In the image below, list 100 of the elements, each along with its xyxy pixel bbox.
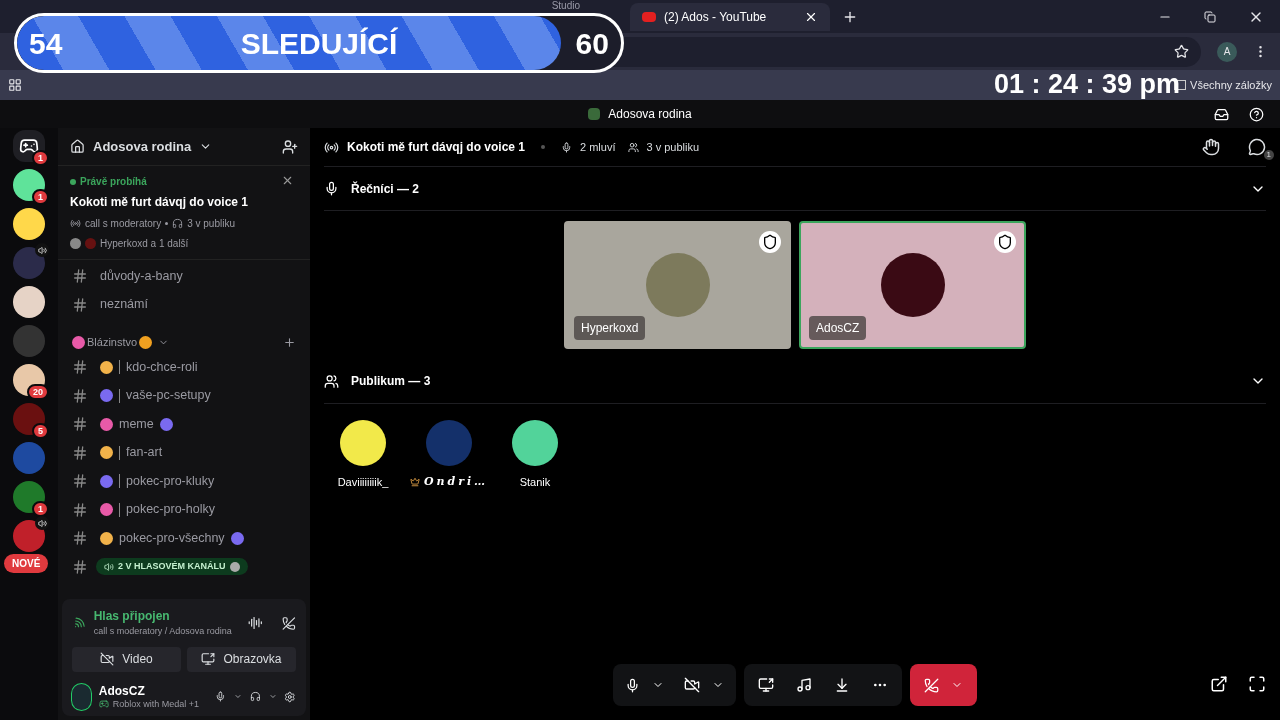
speaker-tile[interactable]: Hyperkoxd: [564, 221, 791, 349]
participant-avatar: [85, 238, 96, 249]
browser-tab[interactable]: (2) Ados - YouTube: [630, 2, 830, 31]
emoji-icon: [100, 531, 113, 545]
voice-status: Hlas připojen: [93, 608, 171, 626]
chat-icon[interactable]: [1248, 138, 1266, 156]
emoji-icon: [72, 335, 85, 349]
audience-member[interactable]: Ondri…: [410, 420, 488, 491]
channel-item[interactable]: fan-art: [66, 438, 302, 467]
section-title[interactable]: Řečníci — 2: [351, 179, 420, 198]
emoji-icon: [230, 531, 244, 545]
inbox-icon[interactable]: [1214, 106, 1229, 122]
microphone-icon[interactable]: [625, 677, 640, 693]
server-icon[interactable]: [13, 169, 45, 201]
speaker-tile[interactable]: AdosCZ: [799, 221, 1026, 349]
hash-icon: [72, 473, 88, 490]
separator-line: [119, 502, 120, 517]
hash-icon: [72, 296, 88, 313]
channel-item[interactable]: pokec-pro-holky: [66, 495, 302, 524]
audience-member[interactable]: Stanik: [496, 420, 574, 491]
hash-icon: [72, 558, 88, 575]
bookmark-star-icon[interactable]: [1174, 44, 1189, 59]
channel-name: kdo-chce-roli: [126, 358, 198, 376]
users-icon: [627, 141, 639, 153]
event-channel: call s moderatory: [85, 217, 162, 231]
voice-activity-pill[interactable]: 2 V HLASOVÉM KANÁLU: [96, 557, 248, 576]
member-name: Daviiiiiiiik_: [337, 475, 389, 490]
raise-hand-icon[interactable]: [1202, 138, 1220, 156]
event-audience: 3 v publiku: [187, 217, 235, 231]
speaking-count: 2 mluví: [580, 139, 616, 155]
channel-item[interactable]: pokec-pro-kluky: [66, 467, 302, 496]
channel-item[interactable]: neznámí: [66, 290, 302, 319]
server-icon[interactable]: [13, 208, 45, 240]
camera-off-icon[interactable]: [684, 677, 700, 693]
video-button[interactable]: Video: [72, 646, 181, 672]
separator-line: [119, 360, 120, 375]
chat-badge: 1: [1263, 150, 1274, 160]
event-title: Kokoti mě furt dávqj do voice 1: [70, 194, 250, 211]
server-icon[interactable]: [13, 403, 45, 435]
hang-up-icon: [924, 677, 939, 693]
channel-item[interactable]: důvody-a-bany: [66, 262, 302, 291]
separator-line: [119, 445, 120, 460]
invite-icon[interactable]: [282, 138, 298, 155]
help-icon[interactable]: [1249, 106, 1264, 122]
new-pill[interactable]: NOVÉ: [4, 554, 49, 573]
hash-icon: [72, 268, 88, 285]
channel-item[interactable]: pokec-pro-všechny: [66, 524, 302, 553]
member-name: Ondri…: [423, 474, 489, 490]
user-avatar[interactable]: [72, 683, 91, 710]
screen-share-button[interactable]: Obrazovka: [187, 646, 296, 672]
apps-icon[interactable]: [8, 78, 22, 92]
emoji-icon: [100, 417, 113, 431]
microphone-icon[interactable]: [215, 689, 226, 705]
noise-suppression-icon[interactable]: [247, 615, 263, 631]
popout-icon[interactable]: [1210, 675, 1228, 693]
add-channel-icon[interactable]: [283, 335, 296, 349]
channel-name: pokec-pro-všechny: [119, 529, 225, 547]
server-icon[interactable]: [13, 286, 45, 318]
channel-name: vaše-pc-setupy: [126, 387, 211, 405]
channel-name: neznámí: [100, 296, 148, 314]
video-site-icon: [642, 11, 656, 22]
music-icon[interactable]: [796, 677, 812, 693]
gamepad-icon: [98, 699, 109, 710]
move-to-audience-icon[interactable]: [834, 677, 850, 693]
separator-line: [119, 474, 120, 489]
fullscreen-icon[interactable]: [1248, 675, 1266, 693]
goal-label: SLEDUJÍCÍ: [240, 25, 398, 62]
speaker-name: Hyperkoxd: [574, 316, 646, 340]
speaker-icon: [104, 561, 114, 572]
section-title[interactable]: Publikum — 3: [351, 372, 431, 390]
home-button[interactable]: [13, 130, 45, 162]
restore-icon[interactable]: [1204, 10, 1216, 23]
channel-item[interactable]: vaše-pc-setupy: [66, 381, 302, 410]
hash-icon: [72, 530, 88, 547]
channel-item[interactable]: meme: [66, 410, 302, 439]
participant-avatar: [70, 238, 81, 249]
headphones-icon: [172, 218, 184, 229]
channel-name: fan-art: [126, 444, 163, 462]
event-status: Právě probíhá: [80, 175, 147, 189]
emoji-icon: [100, 503, 113, 517]
browser-tab[interactable]: Studio: [551, 0, 580, 12]
category-name[interactable]: Blázinstvo: [87, 333, 138, 351]
member-avatar: [426, 420, 472, 466]
disconnect-icon[interactable]: [282, 615, 296, 631]
speaker-badge-icon: [35, 516, 49, 530]
speaker-name: AdosCZ: [809, 316, 867, 340]
hash-icon: [72, 501, 88, 518]
member-avatar: [512, 420, 558, 466]
screen-share-icon[interactable]: [758, 677, 774, 693]
clock-overlay: 01 : 24 : 39 pm: [993, 68, 1180, 101]
hash-icon: [72, 444, 88, 461]
speaker-badge-icon: [35, 243, 49, 257]
channel-item[interactable]: kdo-chce-roli: [66, 353, 302, 382]
leave-button[interactable]: [910, 664, 977, 706]
profile-avatar[interactable]: A: [1217, 41, 1237, 62]
window-title: Adosova rodina: [608, 106, 692, 123]
emoji-icon: [159, 417, 173, 431]
audience-member[interactable]: Daviiiiiiiik_: [324, 420, 402, 491]
server-name[interactable]: Adosova rodina: [93, 136, 192, 157]
close-icon[interactable]: [281, 174, 294, 187]
